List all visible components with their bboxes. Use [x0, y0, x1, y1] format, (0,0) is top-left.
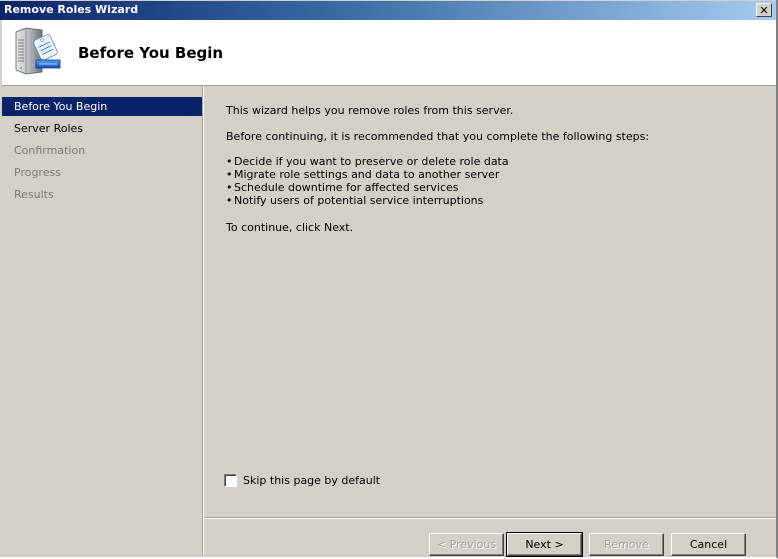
list-item: • Migrate role settings and data to anoth…	[226, 168, 500, 181]
page-title: Before You Begin	[78, 44, 224, 62]
recommend-text: Before continuing, it is recommended tha…	[226, 130, 650, 143]
list-item: • Decide if you want to preserve or delet…	[226, 155, 509, 168]
skip-page-checkbox[interactable]	[224, 474, 237, 487]
previous-button[interactable]: < Previous	[429, 533, 504, 556]
server-roles-icon	[15, 27, 61, 75]
nav-step-confirmation: Confirmation	[14, 144, 86, 157]
skip-page-label: Skip this page by default	[243, 474, 381, 487]
list-item: • Notify users of potential service inter…	[226, 194, 484, 207]
nav-step-progress: Progress	[14, 166, 61, 179]
bullet-icon: •	[226, 194, 233, 207]
wizard-steps-nav: Before You Begin Server Roles Confirmati…	[2, 86, 202, 556]
wizard-window: Remove Roles Wizard ✕ Before You Begin B…	[0, 0, 778, 559]
bullet-icon: •	[226, 155, 233, 168]
next-button[interactable]: Next >	[506, 532, 583, 557]
intro-text: This wizard helps you remove roles from …	[226, 104, 514, 117]
window-title: Remove Roles Wizard	[4, 3, 139, 16]
nav-step-results: Results	[14, 188, 54, 201]
cancel-button[interactable]: Cancel	[671, 533, 746, 556]
nav-step-server-roles[interactable]: Server Roles	[2, 119, 202, 138]
close-button[interactable]: ✕	[756, 3, 772, 17]
continue-text: To continue, click Next.	[226, 221, 354, 234]
title-bar[interactable]: Remove Roles Wizard ✕	[0, 1, 776, 20]
skip-page-option[interactable]: Skip this page by default	[224, 474, 380, 487]
bullet-icon: •	[226, 168, 233, 181]
nav-step-before-you-begin[interactable]: Before You Begin	[2, 97, 202, 116]
wizard-header: Before You Begin	[2, 20, 776, 86]
bullet-icon: •	[226, 181, 233, 194]
close-icon: ✕	[759, 3, 769, 17]
remove-button[interactable]: Remove	[589, 533, 664, 556]
steps-list: • Decide if you want to preserve or delet…	[226, 155, 509, 207]
nav-divider	[202, 86, 204, 556]
wizard-content: This wizard helps you remove roles from …	[205, 86, 775, 516]
button-divider	[205, 517, 776, 519]
list-item: • Schedule downtime for affected services	[226, 181, 459, 194]
